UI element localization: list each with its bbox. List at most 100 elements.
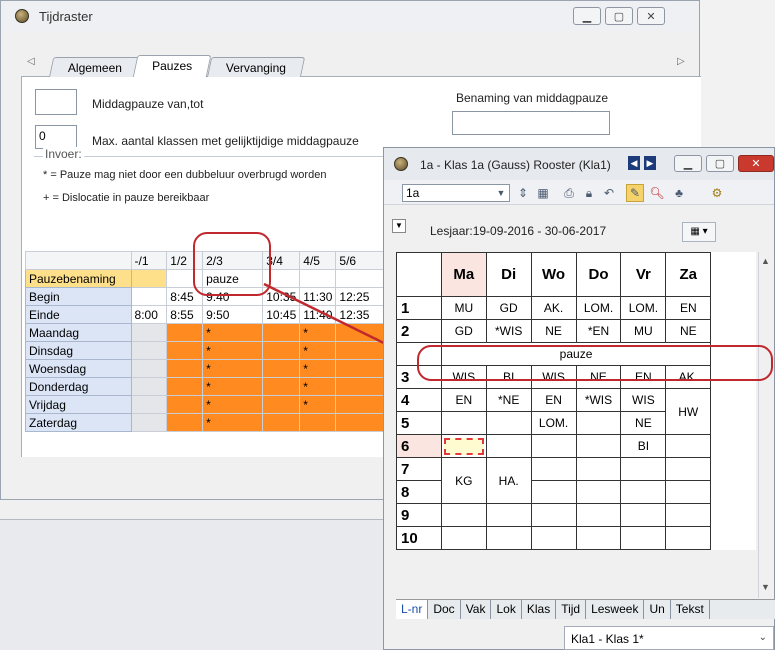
grid-cell[interactable] xyxy=(130,413,168,432)
lesson-cell[interactable]: LOM. xyxy=(620,296,667,320)
lesson-cell[interactable] xyxy=(575,434,622,458)
grid-cell[interactable]: * xyxy=(202,341,264,360)
lesson-cell[interactable]: GD xyxy=(485,296,532,320)
day-header-wo[interactable]: Wo xyxy=(530,252,577,297)
lesson-cell[interactable]: WIS xyxy=(620,388,667,412)
lesson-cell[interactable]: NE xyxy=(530,319,577,343)
lesson-cell[interactable] xyxy=(665,457,712,481)
grid-cell[interactable] xyxy=(130,395,168,414)
grid-cell[interactable] xyxy=(130,269,168,288)
prev-arrow-icon[interactable]: ◀ xyxy=(628,156,640,170)
grid-cell[interactable]: * xyxy=(202,377,264,396)
lesson-cell[interactable]: KG xyxy=(440,457,487,504)
tab-algemeen[interactable]: Algemeen xyxy=(48,57,142,78)
lesson-cell[interactable] xyxy=(530,434,577,458)
grid-cell[interactable] xyxy=(166,413,204,432)
grid-cell[interactable] xyxy=(335,395,385,414)
lesson-cell-selected[interactable] xyxy=(440,434,487,458)
grid-cell[interactable] xyxy=(166,377,204,396)
grid-cell[interactable] xyxy=(166,359,204,378)
tab-l-nr[interactable]: L-nr xyxy=(396,600,429,619)
lesson-cell[interactable]: *WIS xyxy=(485,319,532,343)
minimize-button[interactable]: ▁ xyxy=(674,155,702,172)
lesson-cell[interactable] xyxy=(485,503,532,527)
grid-cell[interactable] xyxy=(166,395,204,414)
grid-cell[interactable]: * xyxy=(202,413,264,432)
class-combo[interactable]: Kla1 - Klas 1* ⌄ xyxy=(564,626,774,650)
scroll-up-icon[interactable]: ▲ xyxy=(761,256,770,266)
print-icon[interactable]: ⎙ xyxy=(560,184,578,202)
lesson-cell[interactable]: AK. xyxy=(530,296,577,320)
grid-cell[interactable] xyxy=(166,323,204,342)
lesson-cell[interactable] xyxy=(665,480,712,504)
grid-cell[interactable]: 9:50 xyxy=(202,305,264,324)
collapse-icon[interactable]: ▼ xyxy=(392,219,406,233)
lesson-cell[interactable]: NE xyxy=(665,319,712,343)
lesson-cell[interactable] xyxy=(530,503,577,527)
lesson-cell[interactable]: GD xyxy=(440,319,487,343)
tab-pauzes[interactable]: Pauzes xyxy=(132,55,212,78)
grid-cell[interactable]: 8:55 xyxy=(166,305,204,324)
lesson-cell[interactable] xyxy=(620,457,667,481)
minimize-button[interactable]: ▁ xyxy=(573,7,601,25)
users-icon[interactable]: ♣ xyxy=(670,184,688,202)
close-button[interactable]: ✕ xyxy=(738,155,774,172)
tab-klas[interactable]: Klas xyxy=(522,600,557,619)
dropdown-icon[interactable]: ▼ xyxy=(492,184,510,202)
lesson-cell[interactable] xyxy=(620,480,667,504)
tab-lok[interactable]: Lok xyxy=(491,600,522,619)
row-header-donderdag[interactable]: Donderdag xyxy=(25,377,132,396)
lesson-cell[interactable] xyxy=(665,503,712,527)
lesson-cell[interactable] xyxy=(575,480,622,504)
lesson-cell[interactable]: *EN xyxy=(575,319,622,343)
grid-cell[interactable] xyxy=(262,377,301,396)
lesson-cell[interactable] xyxy=(575,503,622,527)
row-header-woensdag[interactable]: Woensdag xyxy=(25,359,132,378)
grid-cell[interactable] xyxy=(130,287,168,306)
grid-cell[interactable]: * xyxy=(202,395,264,414)
lesson-cell[interactable]: NE xyxy=(620,411,667,435)
lesson-cell[interactable] xyxy=(575,411,622,435)
row-header-maandag[interactable]: Maandag xyxy=(25,323,132,342)
lesson-cell[interactable] xyxy=(485,526,532,550)
grid-cell[interactable]: * xyxy=(202,359,264,378)
tab-lesweek[interactable]: Lesweek xyxy=(586,600,645,619)
lesson-cell[interactable] xyxy=(530,480,577,504)
lesson-cell[interactable] xyxy=(530,526,577,550)
grid-cell[interactable] xyxy=(166,341,204,360)
scroll-down-icon[interactable]: ▼ xyxy=(761,582,770,592)
lesson-cell[interactable]: HA. xyxy=(485,457,532,504)
row-header-zaterdag[interactable]: Zaterdag xyxy=(25,413,132,432)
grid-cell[interactable] xyxy=(262,395,301,414)
lesson-cell[interactable] xyxy=(440,411,487,435)
close-button[interactable]: ✕ xyxy=(637,7,665,25)
lesson-cell[interactable] xyxy=(440,526,487,550)
lock-icon[interactable]: 🔒︎ xyxy=(580,184,598,202)
lesson-cell[interactable] xyxy=(620,526,667,550)
lesson-cell[interactable]: MU xyxy=(620,319,667,343)
day-header-vr[interactable]: Vr xyxy=(620,252,667,297)
gear-icon[interactable]: ⚙ xyxy=(708,184,726,202)
vertical-scrollbar[interactable]: ▲ ▼ xyxy=(758,252,774,598)
grid-cell[interactable] xyxy=(262,413,301,432)
grid-cell[interactable] xyxy=(130,323,168,342)
lesson-cell[interactable]: EN xyxy=(530,388,577,412)
row-header-vrijdag[interactable]: Vrijdag xyxy=(25,395,132,414)
lesson-cell[interactable] xyxy=(620,503,667,527)
benaming-input[interactable] xyxy=(452,111,610,135)
lesson-cell[interactable]: MU xyxy=(440,296,487,320)
lesson-cell[interactable] xyxy=(485,434,532,458)
lesson-cell[interactable] xyxy=(665,526,712,550)
tab-tekst[interactable]: Tekst xyxy=(671,600,710,619)
lesson-cell[interactable] xyxy=(530,457,577,481)
day-header-do[interactable]: Do xyxy=(575,252,622,297)
grid-cell[interactable] xyxy=(299,413,337,432)
lesson-cell[interactable] xyxy=(575,457,622,481)
row-header-pauzebenaming[interactable]: Pauzebenaming xyxy=(25,269,132,288)
lesson-cell[interactable]: LOM. xyxy=(575,296,622,320)
lesson-cell[interactable]: *NE xyxy=(485,388,532,412)
row-header-begin[interactable]: Begin xyxy=(25,287,132,306)
day-header-di[interactable]: Di xyxy=(485,252,532,297)
lesson-cell[interactable]: EN xyxy=(665,296,712,320)
grid-icon[interactable]: ▦ xyxy=(534,184,552,202)
